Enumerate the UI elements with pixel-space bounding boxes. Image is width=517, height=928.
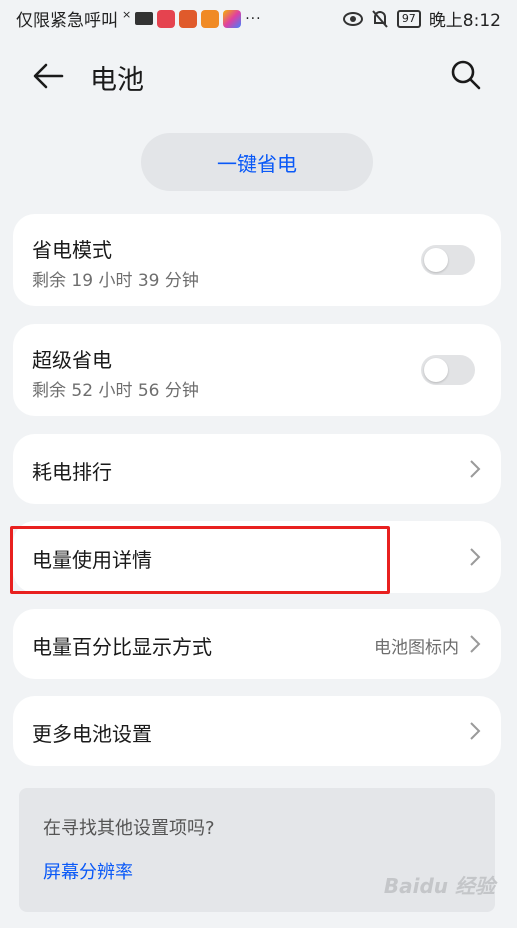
eye-icon	[342, 11, 363, 26]
power-ranking-label: 耗电排行	[32, 460, 112, 484]
chevron-right-icon	[470, 548, 481, 566]
app-icon-1	[157, 9, 176, 28]
mute-bell-icon	[372, 9, 388, 28]
super-saving-toggle[interactable]	[421, 355, 475, 385]
search-icon	[451, 60, 481, 90]
power-ranking-item[interactable]: 耗电排行	[13, 434, 501, 504]
chevron-right-icon	[470, 722, 481, 740]
suggestion-question: 在寻找其他设置项吗?	[43, 818, 215, 839]
toggle-knob	[424, 358, 448, 382]
super-saving-remaining: 剩余 52 小时 56 分钟	[32, 381, 199, 401]
clock: 晚上8:12	[428, 11, 501, 31]
arrow-left-icon	[33, 63, 64, 89]
no-signal-icon: ×	[122, 8, 132, 21]
app-icon-4	[223, 9, 242, 28]
percent-display-item[interactable]: 电量百分比显示方式 电池图标内	[13, 609, 501, 679]
usage-detail-label: 电量使用详情	[32, 548, 152, 572]
mail-icon	[135, 12, 154, 25]
baidu-watermark: Baidu 经验	[383, 874, 495, 898]
power-saving-remaining: 剩余 19 小时 39 分钟	[32, 271, 199, 291]
search-button[interactable]	[449, 58, 483, 92]
back-button[interactable]	[30, 58, 66, 94]
super-saving-card[interactable]: 超级省电 剩余 52 小时 56 分钟	[13, 324, 501, 416]
status-bar: 仅限紧急呼叫 × ··· 97 晚上8:12	[0, 0, 517, 34]
toggle-knob	[424, 248, 448, 272]
chevron-right-icon	[470, 460, 481, 478]
power-saving-card[interactable]: 省电模式 剩余 19 小时 39 分钟	[13, 214, 501, 306]
carrier-text: 仅限紧急呼叫	[16, 11, 118, 31]
app-icon-3	[201, 9, 220, 28]
more-settings-label: 更多电池设置	[32, 722, 152, 746]
usage-detail-item[interactable]: 电量使用详情	[13, 521, 501, 593]
super-saving-title: 超级省电	[32, 348, 112, 372]
chevron-right-icon	[470, 635, 481, 653]
more-battery-settings-item[interactable]: 更多电池设置	[13, 696, 501, 766]
more-dots-icon: ···	[245, 10, 262, 27]
percent-display-label: 电量百分比显示方式	[32, 635, 212, 659]
status-left: 仅限紧急呼叫 × ···	[16, 6, 262, 31]
percent-display-value: 电池图标内	[374, 638, 459, 658]
app-icon-2	[179, 9, 198, 28]
battery-icon: 97	[396, 9, 421, 28]
one-tap-save-button[interactable]: 一键省电	[141, 133, 373, 191]
page-title: 电池	[90, 65, 144, 96]
power-saving-title: 省电模式	[32, 238, 112, 262]
power-saving-toggle[interactable]	[421, 245, 475, 275]
status-right: 97 晚上8:12	[342, 6, 501, 31]
app-header: 电池	[0, 44, 517, 108]
screen-resolution-link[interactable]: 屏幕分辨率	[43, 858, 133, 884]
